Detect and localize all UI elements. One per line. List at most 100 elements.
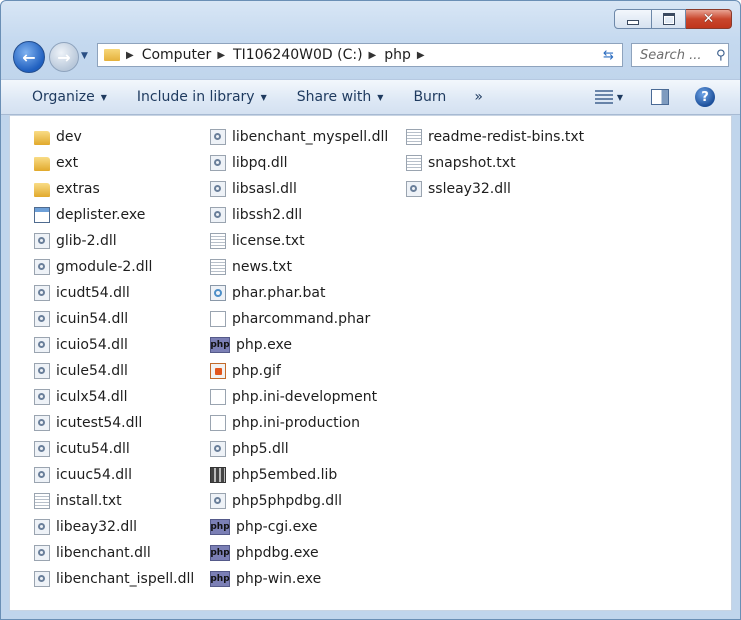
file-item[interactable]: icudt54.dll bbox=[34, 283, 130, 303]
share-with-button[interactable]: Share with ▼ bbox=[297, 89, 384, 105]
file-item[interactable]: php5embed.lib bbox=[210, 465, 337, 485]
file-item[interactable]: gmodule-2.dll bbox=[34, 257, 152, 277]
gif-file-icon bbox=[210, 363, 226, 379]
file-item[interactable]: php php.exe bbox=[210, 335, 292, 355]
dll-file-icon bbox=[34, 311, 50, 327]
file-item[interactable]: libenchant.dll bbox=[34, 543, 151, 563]
file-name: libsasl.dll bbox=[232, 181, 297, 197]
file-name: icudt54.dll bbox=[56, 285, 130, 301]
file-name: php.gif bbox=[232, 363, 281, 379]
file-name: ssleay32.dll bbox=[428, 181, 511, 197]
file-item[interactable]: php5phpdbg.dll bbox=[210, 491, 342, 511]
breadcrumb-computer[interactable]: Computer bbox=[142, 47, 212, 63]
preview-pane-icon[interactable] bbox=[651, 89, 669, 105]
maximize-button[interactable] bbox=[652, 9, 686, 29]
share-with-label: Share with bbox=[296, 89, 372, 105]
file-item[interactable]: php.ini-production bbox=[210, 413, 360, 433]
file-item[interactable]: dev bbox=[34, 127, 82, 147]
file-name: dev bbox=[56, 129, 82, 145]
breadcrumb-php[interactable]: php bbox=[384, 47, 411, 63]
dll-file-icon bbox=[210, 129, 226, 145]
breadcrumb-drive[interactable]: TI106240W0D (C:) bbox=[233, 47, 363, 63]
file-item[interactable]: glib-2.dll bbox=[34, 231, 117, 251]
file-name: news.txt bbox=[232, 259, 292, 275]
file-item[interactable]: php php-cgi.exe bbox=[210, 517, 317, 537]
file-item[interactable]: install.txt bbox=[34, 491, 122, 511]
chevron-right-icon[interactable]: ▶ bbox=[417, 50, 425, 61]
more-commands-button[interactable]: » bbox=[474, 89, 483, 105]
dll-file-icon bbox=[34, 467, 50, 483]
file-item[interactable]: readme-redist-bins.txt bbox=[406, 127, 584, 147]
dll-file-icon bbox=[210, 155, 226, 171]
file-item[interactable]: deplister.exe bbox=[34, 205, 145, 225]
file-item[interactable]: libssh2.dll bbox=[210, 205, 302, 225]
file-name: pharcommand.phar bbox=[232, 311, 371, 327]
chevron-right-icon[interactable]: ▶ bbox=[369, 50, 377, 61]
help-icon[interactable]: ? bbox=[695, 87, 715, 107]
chevron-right-icon[interactable]: ▶ bbox=[217, 50, 225, 61]
file-item[interactable]: php php-win.exe bbox=[210, 569, 321, 589]
file-item[interactable]: libpq.dll bbox=[210, 153, 288, 173]
file-item[interactable]: news.txt bbox=[210, 257, 292, 277]
file-name: phpdbg.exe bbox=[236, 545, 319, 561]
file-name: ext bbox=[56, 155, 79, 171]
file-item[interactable]: snapshot.txt bbox=[406, 153, 516, 173]
file-item[interactable]: license.txt bbox=[210, 231, 305, 251]
doc-file-icon bbox=[210, 311, 226, 327]
close-icon: ✕ bbox=[702, 11, 715, 27]
file-item[interactable]: libeay32.dll bbox=[34, 517, 137, 537]
forward-button[interactable]: → bbox=[49, 42, 79, 72]
file-name: libenchant_myspell.dll bbox=[232, 129, 389, 145]
php-file-icon: php bbox=[210, 337, 230, 353]
file-item[interactable]: icuuc54.dll bbox=[34, 465, 132, 485]
file-name: snapshot.txt bbox=[428, 155, 516, 171]
file-item[interactable]: iculx54.dll bbox=[34, 387, 128, 407]
file-item[interactable]: pharcommand.phar bbox=[210, 309, 370, 329]
file-item[interactable]: php.ini-development bbox=[210, 387, 377, 407]
back-button[interactable]: ← bbox=[13, 41, 45, 73]
dll-file-icon bbox=[34, 441, 50, 457]
file-item[interactable]: php phpdbg.exe bbox=[210, 543, 319, 563]
toolbar-right: ▼ ? bbox=[594, 80, 740, 114]
dll-file-icon bbox=[34, 285, 50, 301]
txt-file-icon bbox=[210, 233, 226, 249]
bat-file-icon bbox=[210, 285, 226, 301]
file-item[interactable]: libenchant_ispell.dll bbox=[34, 569, 194, 589]
file-name: libpq.dll bbox=[232, 155, 288, 171]
recent-pages-button[interactable]: ▼ bbox=[81, 51, 88, 61]
file-item[interactable]: ssleay32.dll bbox=[406, 179, 511, 199]
search-input[interactable] bbox=[638, 46, 712, 64]
organize-button[interactable]: Organize ▼ bbox=[32, 89, 107, 105]
search-icon[interactable]: ⚲ bbox=[716, 48, 726, 63]
file-item[interactable]: icule54.dll bbox=[34, 361, 128, 381]
minimize-button[interactable] bbox=[614, 9, 652, 29]
burn-label: Burn bbox=[413, 89, 447, 105]
change-view-icon[interactable] bbox=[594, 90, 613, 104]
chevron-down-icon[interactable]: ▼ bbox=[617, 93, 623, 102]
file-item[interactable]: ext bbox=[34, 153, 78, 173]
dll-file-icon bbox=[406, 181, 422, 197]
burn-button[interactable]: Burn bbox=[413, 89, 446, 105]
file-item[interactable]: extras bbox=[34, 179, 100, 199]
txt-file-icon bbox=[34, 493, 50, 509]
refresh-button[interactable]: ⇆ bbox=[595, 43, 623, 67]
include-in-library-button[interactable]: Include in library ▼ bbox=[137, 89, 267, 105]
close-button[interactable]: ✕ bbox=[686, 9, 732, 29]
file-item[interactable]: libsasl.dll bbox=[210, 179, 297, 199]
file-item[interactable]: icuio54.dll bbox=[34, 335, 128, 355]
file-item[interactable]: libenchant_myspell.dll bbox=[210, 127, 388, 147]
file-item[interactable]: php5.dll bbox=[210, 439, 289, 459]
chevron-right-icon[interactable]: ▶ bbox=[126, 50, 134, 61]
txt-file-icon bbox=[406, 129, 422, 145]
php-file-icon: php bbox=[210, 571, 230, 587]
navigation-bar: ← → ▼ ▶ Computer ▶ TI106240W0D (C:) ▶ ph… bbox=[1, 39, 740, 73]
dll-file-icon bbox=[34, 337, 50, 353]
file-item[interactable]: php.gif bbox=[210, 361, 281, 381]
address-bar[interactable]: ▶ Computer ▶ TI106240W0D (C:) ▶ php ▶ bbox=[97, 43, 623, 67]
file-item[interactable]: icuin54.dll bbox=[34, 309, 128, 329]
file-item[interactable]: icutest54.dll bbox=[34, 413, 142, 433]
file-item[interactable]: icutu54.dll bbox=[34, 439, 130, 459]
file-name: icuio54.dll bbox=[56, 337, 128, 353]
file-item[interactable]: phar.phar.bat bbox=[210, 283, 325, 303]
file-name: phar.phar.bat bbox=[232, 285, 326, 301]
